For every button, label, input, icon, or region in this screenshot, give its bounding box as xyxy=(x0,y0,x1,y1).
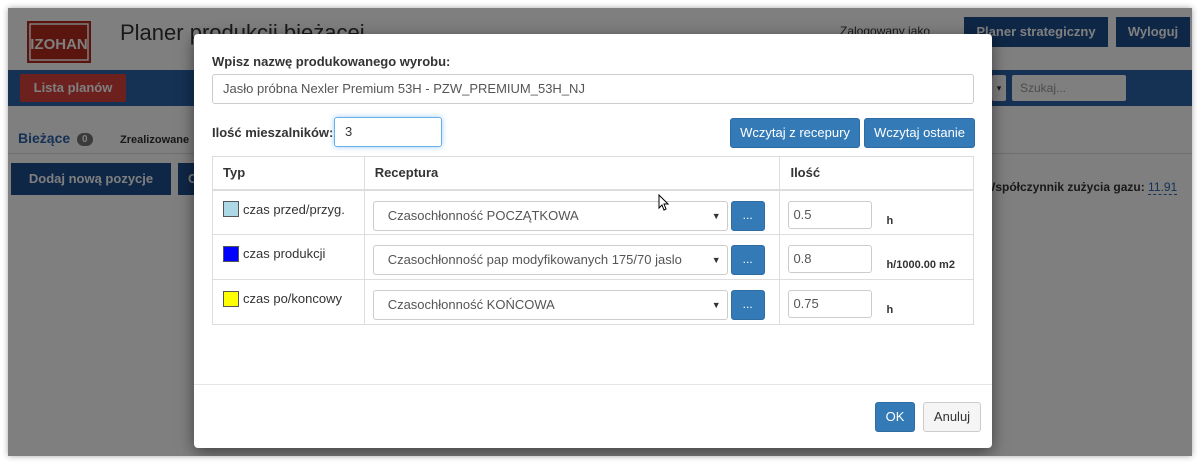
recipe-select[interactable]: Czasochłonność pap modyfikowanych 175/70… xyxy=(372,245,728,275)
unit-label: h xyxy=(886,214,894,227)
chevron-down-icon: ▼ xyxy=(711,255,721,265)
load-last-button[interactable]: Wczytaj ostanie xyxy=(864,118,975,148)
quantity-input[interactable]: 0.75 xyxy=(788,290,873,318)
recipe-more-button[interactable]: ... xyxy=(730,245,765,275)
quantity-input[interactable]: 0.5 xyxy=(788,200,873,229)
color-swatch xyxy=(223,290,239,307)
table-row: czas po/koncowy Czasochłonność KOŃCOWA ▼.… xyxy=(212,279,974,325)
recipe-select-value: Czasochłonność pap modyfikowanych 175/70… xyxy=(387,252,682,267)
product-name-input[interactable]: Jasło próbna Nexler Premium 53H - PZW_PR… xyxy=(212,74,974,104)
type-label: czas przed/przyg. xyxy=(243,201,345,217)
recipe-select[interactable]: Czasochłonność KOŃCOWA ▼ xyxy=(372,290,728,320)
mixers-input[interactable]: 3 xyxy=(334,117,442,147)
table-row: czas produkcji Czasochłonność pap modyfi… xyxy=(212,234,974,280)
recipe-table: Typ Receptura Ilość czas przed/przyg. Cz… xyxy=(212,156,974,325)
mouse-cursor-icon xyxy=(658,194,670,211)
product-modal: Wpisz nazwę produkowanego wyrobu: Jasło … xyxy=(194,34,992,448)
chevron-down-icon: ▼ xyxy=(711,300,721,310)
table-row: czas przed/przyg. Czasochłonność POCZĄTK… xyxy=(212,189,974,235)
header-quantity: Ilość xyxy=(779,156,974,191)
unit-label: h xyxy=(886,304,894,316)
cancel-button[interactable]: Anuluj xyxy=(923,402,981,432)
type-label: czas produkcji xyxy=(243,246,326,262)
type-label: czas po/koncowy xyxy=(243,291,342,307)
recipe-select-value: Czasochłonność POCZĄTKOWA xyxy=(387,207,579,223)
recipe-more-button[interactable]: ... xyxy=(730,200,765,231)
app-window: IZOHAN Planer produkcji bieżącej Zalogow… xyxy=(8,8,1192,456)
table-header-row: Typ Receptura Ilość xyxy=(212,156,974,191)
ok-button[interactable]: OK xyxy=(875,402,915,432)
mixers-label: Ilość mieszalników: xyxy=(212,125,334,140)
header-type: Typ xyxy=(212,156,365,191)
load-recipe-button[interactable]: Wczytaj z recepury xyxy=(730,118,860,148)
recipe-select[interactable]: Czasochłonność POCZĄTKOWA ▼ xyxy=(372,200,728,231)
header-recipe: Receptura xyxy=(363,156,781,191)
recipe-select-value: Czasochłonność KOŃCOWA xyxy=(387,297,555,312)
unit-label: h/1000.00 m2 xyxy=(886,259,955,271)
modal-footer-divider xyxy=(194,384,992,385)
recipe-more-button[interactable]: ... xyxy=(730,290,765,320)
color-swatch xyxy=(223,201,239,218)
chevron-down-icon: ▼ xyxy=(711,210,721,221)
product-name-label: Wpisz nazwę produkowanego wyrobu: xyxy=(212,54,451,69)
color-swatch xyxy=(223,245,239,262)
quantity-input[interactable]: 0.8 xyxy=(788,245,873,273)
